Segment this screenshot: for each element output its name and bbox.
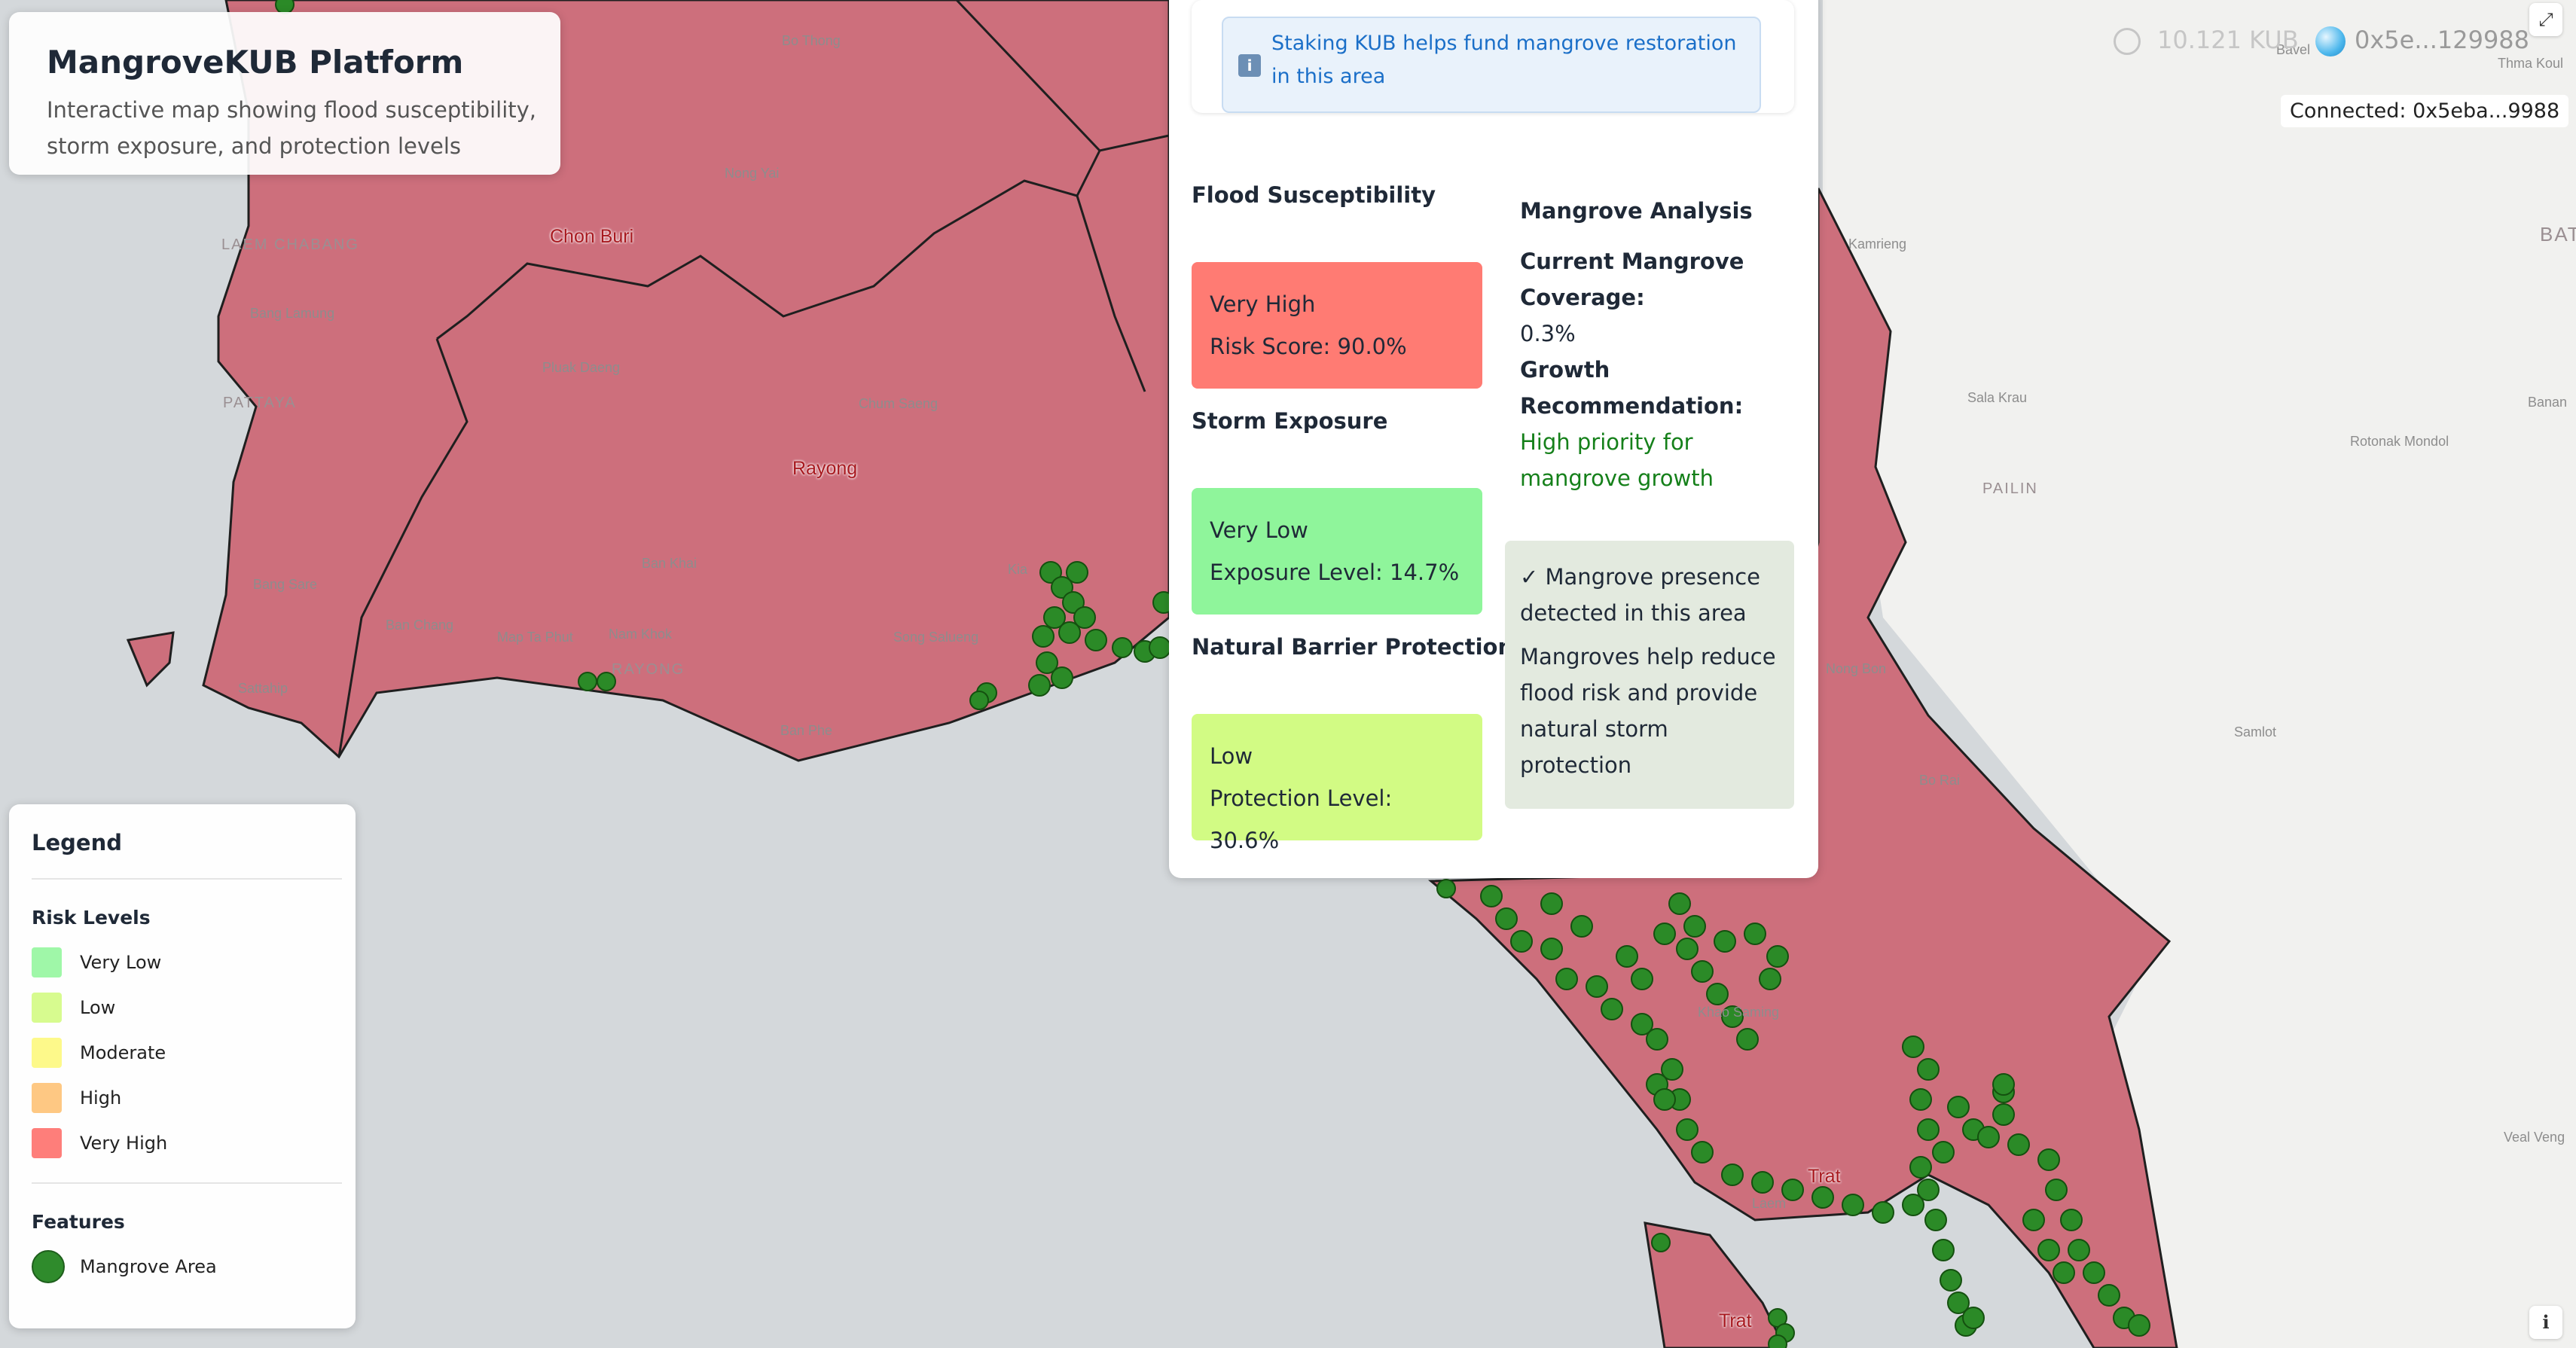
swatch [32, 947, 62, 977]
map-city-label: Trat [1808, 1166, 1841, 1187]
legend-panel: Legend Risk Levels Very Low Low Moderate… [9, 804, 356, 1328]
storm-title: Storm Exposure [1192, 408, 1388, 434]
coverage-label: Current Mangrove Coverage: [1520, 249, 1744, 310]
map-place-label: Pluak Daeng [542, 360, 621, 375]
map-place-label: Song Salueng [893, 630, 979, 645]
stake-balance[interactable]: 10.121 KUB [2114, 26, 2299, 55]
mangrove-dot-icon [32, 1250, 65, 1283]
map-place-label: Thma Koul [2498, 56, 2564, 71]
map-place-label: Bo Thong [782, 33, 841, 48]
map-place-label: Ban Phe [780, 723, 833, 738]
storm-level: Very Low [1210, 517, 1308, 543]
legend-title: Legend [32, 830, 122, 855]
swatch [32, 1128, 62, 1158]
map-place-label: Chum Saeng [859, 396, 939, 411]
map-place-label: PATTAYA [223, 395, 297, 411]
legend-label: High [80, 1087, 122, 1109]
map-place-label: Nong Yai [725, 166, 780, 181]
stake-amount: 10.121 KUB [2157, 26, 2299, 54]
legend-item-low: Low [32, 991, 115, 1024]
swatch [32, 993, 62, 1023]
map-place-label: RAYONG [612, 661, 685, 678]
map-place-label: Khao Saming [1698, 1005, 1780, 1020]
map-place-label: PAILIN [1982, 480, 2038, 497]
legend-label: Very High [80, 1133, 168, 1154]
connected-status: Connected: 0x5eba...9988 [2281, 95, 2569, 127]
map-place-label: Nong Bon [1826, 661, 1887, 676]
recommendation-label: Growth Recommendation: [1520, 357, 1744, 419]
map-place-label: Kamrieng [1848, 236, 1907, 252]
area-info-popup: i Staking KUB helps fund mangrove restor… [1169, 0, 1818, 878]
network-icon [2114, 28, 2141, 55]
map-city-label: Trat [1719, 1310, 1752, 1331]
storm-score: Exposure Level: 14.7% [1210, 560, 1460, 585]
legend-item-high: High [32, 1081, 121, 1115]
map-place-label: BAT [2540, 223, 2576, 246]
recommendation-value: High priority for mangrove growth [1520, 429, 1714, 491]
app-subtitle: Interactive map showing flood susceptibi… [47, 97, 537, 159]
barrier-level-box: Low Protection Level: 30.6% [1192, 714, 1482, 853]
title-card: MangroveKUB Platform Interactive map sho… [9, 12, 560, 175]
features-title: Features [32, 1211, 125, 1233]
map-place-label: Banan [2528, 395, 2568, 410]
barrier-score: Protection Level: 30.6% [1210, 785, 1393, 853]
map-place-label: Bang Lamung [250, 306, 335, 321]
map-place-label: Veal Veng [2504, 1130, 2565, 1145]
risk-levels-title: Risk Levels [32, 907, 151, 929]
legend-item-mangrove: Mangrove Area [32, 1250, 217, 1283]
map-place-label: Sattahip [238, 681, 288, 696]
legend-label: Mangrove Area [80, 1256, 217, 1277]
legend-item-very-low: Very Low [32, 946, 161, 979]
map-place-label: Map Ta Phut [497, 630, 573, 645]
map-place-label: Ban Chang [386, 618, 454, 633]
flood-score: Risk Score: 90.0% [1210, 334, 1407, 359]
staking-panel: i Staking KUB helps fund mangrove restor… [1192, 0, 1794, 113]
presence-detected: ✓ Mangrove presence detected in this are… [1520, 564, 1760, 626]
swatch [32, 1083, 62, 1113]
flood-title: Flood Susceptibility [1192, 182, 1436, 208]
legend-divider [32, 1182, 342, 1184]
map-place-label: Samlot [2234, 724, 2277, 740]
legend-item-very-high: Very High [32, 1127, 167, 1160]
map-city-label: Rayong [792, 458, 858, 479]
barrier-level: Low [1210, 743, 1253, 769]
storm-level-box: Very Low Exposure Level: 14.7% [1192, 488, 1482, 615]
map-place-label: Ban Khai [642, 556, 697, 571]
legend-label: Moderate [80, 1042, 166, 1063]
map-place-label: Nam Khok [609, 627, 673, 642]
mangrove-analysis: Mangrove Analysis Current Mangrove Cover… [1505, 177, 1794, 525]
info-icon[interactable]: i [2529, 1306, 2562, 1339]
barrier-title: Natural Barrier Protection [1192, 634, 1514, 660]
coverage-value: 0.3% [1520, 321, 1576, 346]
swatch [32, 1038, 62, 1068]
flood-level-box: Very High Risk Score: 90.0% [1192, 262, 1482, 389]
map-place-label: LAEM CHABANG [221, 236, 359, 253]
info-icon: i [1238, 54, 1261, 77]
map-place-label: Laem [1752, 1196, 1787, 1211]
app-title: MangroveKUB Platform [47, 44, 464, 81]
legend-divider [32, 878, 342, 880]
legend-label: Low [80, 997, 116, 1018]
analysis-title: Mangrove Analysis [1520, 198, 1753, 224]
map-place-label: Bang Sare [253, 577, 318, 592]
legend-label: Very Low [80, 952, 162, 973]
wallet-button[interactable]: 0x5e...129988 [2315, 26, 2529, 56]
mangrove-presence: ✓ Mangrove presence detected in this are… [1505, 541, 1794, 809]
map-place-label: Sala Krau [1967, 390, 2028, 405]
map-place-label: Bo Rai [1919, 773, 1961, 788]
staking-notice-text: Staking KUB helps fund mangrove restorat… [1271, 32, 1737, 88]
presence-note: Mangroves help reduce flood risk and pro… [1520, 644, 1776, 778]
expand-icon[interactable]: ⤢ [2529, 3, 2562, 36]
wallet-avatar [2315, 26, 2346, 56]
map-place-label: Kia [1008, 562, 1028, 577]
map-place-label: Rotonak Mondol [2350, 434, 2449, 449]
flood-level: Very High [1210, 291, 1316, 317]
wallet-address: 0x5e...129988 [2355, 26, 2530, 54]
map-city-label: Chon Buri [550, 226, 634, 247]
legend-item-moderate: Moderate [32, 1036, 166, 1069]
staking-notice: i Staking KUB helps fund mangrove restor… [1222, 17, 1761, 113]
